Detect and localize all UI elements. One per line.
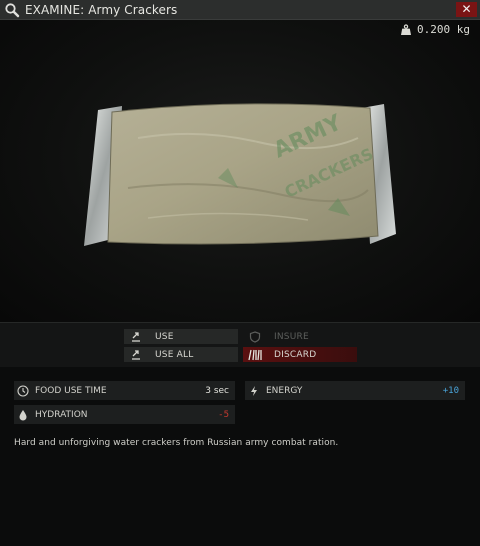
- lightning-icon: [248, 385, 260, 397]
- clock-icon: [17, 384, 29, 397]
- discard-icon: [248, 348, 262, 362]
- action-bar: USE USE ALL INSURE DISCARD: [0, 322, 480, 367]
- use-button[interactable]: USE: [124, 329, 238, 344]
- shield-icon: [248, 330, 262, 344]
- use-all-button[interactable]: USE ALL: [124, 347, 238, 362]
- discard-label: DISCARD: [274, 349, 317, 360]
- hydration-value: -5: [218, 409, 229, 420]
- close-button[interactable]: ✕: [456, 2, 477, 17]
- water-drop-icon: [17, 409, 29, 421]
- weight-value: 0.200 kg: [417, 23, 470, 36]
- energy-stat: ENERGY +10: [245, 381, 465, 400]
- use-label: USE: [155, 331, 174, 342]
- weight-readout: 0.200 kg: [400, 23, 470, 36]
- window-title: EXAMINE: Army Crackers: [25, 2, 178, 17]
- use-all-label: USE ALL: [155, 349, 194, 360]
- discard-button[interactable]: DISCARD: [243, 347, 357, 362]
- food-use-time-stat: FOOD USE TIME 3 sec: [14, 381, 235, 400]
- magnifier-icon: [4, 2, 20, 18]
- close-icon: ✕: [461, 2, 472, 16]
- item-description: Hard and unforgiving water crackers from…: [14, 438, 339, 448]
- item-viewer[interactable]: 0.200 kg ARMY CRACKERS: [0, 20, 480, 322]
- hydration-label: HYDRATION: [35, 409, 88, 420]
- use-all-icon: [129, 348, 143, 362]
- food-use-time-label: FOOD USE TIME: [35, 385, 107, 396]
- weight-icon: [401, 23, 412, 35]
- title-bar: EXAMINE: Army Crackers ✕: [0, 0, 480, 20]
- hydration-stat: HYDRATION -5: [14, 405, 235, 424]
- food-use-time-value: 3 sec: [205, 385, 229, 396]
- army-crackers-image: ARMY CRACKERS: [84, 103, 396, 246]
- insure-label: INSURE: [274, 331, 309, 342]
- energy-label: ENERGY: [266, 385, 303, 396]
- insure-button: INSURE: [243, 329, 357, 344]
- energy-value: +10: [442, 385, 459, 396]
- use-icon: [129, 330, 143, 344]
